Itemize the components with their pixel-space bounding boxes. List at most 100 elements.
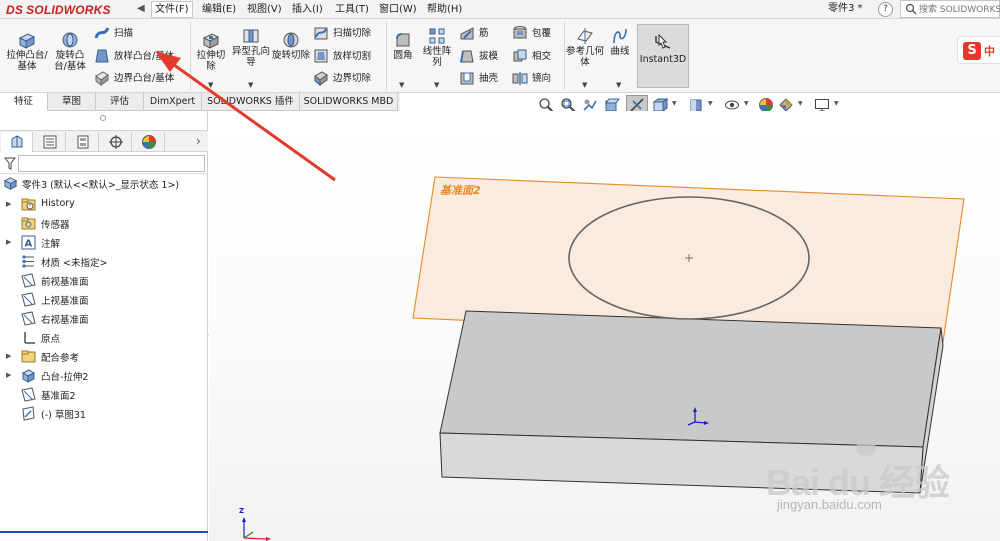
search-box[interactable]	[900, 0, 1000, 18]
menu-pin-arrow-icon[interactable]: ◀	[137, 2, 147, 16]
intersect-button[interactable]: 相交	[512, 47, 551, 65]
propertymanager-tab[interactable]	[34, 132, 66, 152]
tree-item[interactable]: ▶ 配合参考	[0, 347, 208, 366]
swept-cut-icon	[314, 27, 328, 40]
sweep-button[interactable]: 扫描	[94, 24, 133, 42]
display-style-dropdown-icon[interactable]: ▼	[708, 100, 713, 107]
boundary-boss-icon	[95, 71, 109, 86]
dimxpertmanager-tab[interactable]	[100, 132, 132, 152]
hole-wizard-dropdown-icon[interactable]: ▼	[248, 81, 253, 89]
wrap-button[interactable]: 包覆	[512, 24, 551, 42]
displaymanager-tab[interactable]	[133, 132, 165, 152]
tree-item[interactable]: (-) 草图31	[0, 404, 208, 423]
tree-item[interactable]: 上视基准面	[0, 290, 208, 309]
plane-icon	[21, 387, 36, 402]
swept-cut-button[interactable]: 扫描切除	[313, 24, 371, 42]
expand-arrow-icon[interactable]: ▶	[6, 352, 14, 361]
curves-dropdown-icon[interactable]: ▼	[616, 81, 621, 89]
menu-view[interactable]: 视图(V)	[244, 1, 285, 18]
tab-dimxpert[interactable]: DimXpert	[144, 93, 202, 111]
graphics-area[interactable]: 基准面2 Z Bai du 经验 jingyan.baidu.com	[209, 111, 1000, 541]
tree-item[interactable]: ▶ A 注解	[0, 233, 208, 252]
fillet-dropdown-icon[interactable]: ▼	[399, 81, 404, 89]
expand-arrow-icon[interactable]: ▶	[6, 238, 14, 247]
fillet-icon	[396, 33, 410, 47]
tree-item[interactable]: 前视基准面	[0, 271, 208, 290]
rib-icon	[460, 27, 474, 40]
box-top-face[interactable]	[439, 310, 942, 448]
tree-item[interactable]: ▶ History	[0, 195, 208, 214]
extrude-cut-button[interactable]: 拉伸切除	[193, 31, 229, 72]
extrude-boss-label: 拉伸凸台/基体	[6, 50, 48, 72]
menu-tools[interactable]: 工具(T)	[332, 1, 372, 18]
panel-grip-icon[interactable]	[100, 115, 106, 121]
expand-arrow-icon[interactable]: ▶	[6, 371, 14, 380]
instant3d-button[interactable]: Instant3D	[637, 24, 689, 88]
draft-button[interactable]: 拔模	[459, 47, 498, 65]
menu-window[interactable]: 窗口(W)	[376, 1, 420, 18]
boundary-boss-button[interactable]: 边界凸台/基体	[94, 69, 174, 87]
tree-item[interactable]: 传感器	[0, 214, 208, 233]
extrude-boss-button[interactable]: 拉伸凸台/基体	[6, 31, 48, 72]
tree-item[interactable]: 材质 <未指定>	[0, 252, 208, 271]
tree-item-label: 材质 <未指定>	[41, 258, 108, 269]
tab-solidworks-mbd[interactable]: SOLIDWORKS MBD	[300, 93, 398, 111]
lofted-cut-button[interactable]: 放样切割	[313, 47, 371, 65]
tree-item[interactable]: 基准面2	[0, 385, 208, 404]
origin-icon	[21, 330, 36, 345]
tree-item[interactable]: 原点	[0, 328, 208, 347]
tab-features[interactable]: 特征	[0, 93, 48, 111]
tree-item[interactable]: ▶ 凸台-拉伸2	[0, 366, 208, 385]
featuremanager-tree-tab[interactable]	[1, 132, 33, 152]
solidworks-logo[interactable]: DS SOLIDWORKS	[6, 1, 111, 18]
view-settings-dropdown-icon[interactable]: ▼	[834, 100, 839, 107]
part-icon	[3, 177, 18, 190]
tab-solidworks-addins[interactable]: SOLIDWORKS 插件	[202, 93, 300, 111]
shell-button[interactable]: 抽壳	[459, 69, 498, 87]
menu-help[interactable]: 帮助(H)	[424, 1, 465, 18]
expand-arrow-icon[interactable]: ▶	[6, 200, 14, 209]
revolve-cut-button[interactable]: 旋转切除	[272, 31, 310, 61]
curves-button[interactable]: 曲线	[606, 27, 634, 57]
panel-collapse-chevron-icon[interactable]: ›	[196, 134, 201, 148]
boundary-cut-button[interactable]: 边界切除	[313, 69, 371, 87]
hole-wizard-button[interactable]: 异型孔向导	[231, 27, 271, 68]
filter-funnel-icon[interactable]	[4, 157, 16, 170]
help-question-icon[interactable]: ?	[878, 2, 893, 17]
menu-edit[interactable]: 编辑(E)	[199, 1, 239, 18]
document-title: 零件3 *	[828, 3, 863, 14]
featuremanager-tree-icon	[11, 135, 22, 148]
part-root-label: 零件3 (默认<<默认>_显示状态 1>)	[22, 179, 180, 191]
view-orientation-dropdown-icon[interactable]: ▼	[672, 100, 677, 107]
rib-button[interactable]: 筋	[459, 24, 489, 42]
tab-sketch[interactable]: 草图	[48, 93, 96, 111]
revolve-boss-button[interactable]: 旋转凸台/基体	[50, 31, 90, 72]
revolve-boss-icon	[62, 32, 78, 48]
feature-manager-panel: › 零件3 (默认<<默认>_显示状态 1>) ▶ History 传感器 ▶ A 注解材…	[0, 111, 208, 541]
reference-geometry-dropdown-icon[interactable]: ▼	[582, 81, 587, 89]
tree-filter-input[interactable]	[18, 155, 205, 172]
mirror-button[interactable]: 镜向	[512, 69, 551, 87]
extrude-cut-dropdown-icon[interactable]: ▼	[208, 81, 213, 89]
ribbon-separator	[564, 22, 565, 90]
configurationmanager-tab[interactable]	[67, 132, 99, 152]
reference-geometry-button[interactable]: 参考几何体	[566, 27, 604, 68]
rollback-bar[interactable]	[0, 531, 208, 533]
tree-item-label: 注解	[41, 239, 61, 250]
fillet-button[interactable]: 圆角	[388, 31, 418, 61]
input-method-indicator[interactable]: S 中	[957, 36, 1000, 64]
propertymanager-icon	[43, 135, 56, 149]
hide-show-dropdown-icon[interactable]: ▼	[744, 100, 749, 107]
feature-tree: ▶ History 传感器 ▶ A 注解材质 <未指定> 前视基准面 上视基准面 右视基准面 原点…	[0, 195, 208, 423]
curves-label: 曲线	[610, 46, 630, 57]
linear-pattern-button[interactable]: 线性阵列	[419, 27, 455, 68]
menu-file[interactable]: 文件(F)	[151, 1, 193, 18]
linear-pattern-dropdown-icon[interactable]: ▼	[434, 81, 439, 89]
apply-scene-dropdown-icon[interactable]: ▼	[798, 100, 803, 107]
tree-item[interactable]: 右视基准面	[0, 309, 208, 328]
loft-boss-button[interactable]: 放样凸台/基体	[94, 47, 174, 65]
tab-evaluate[interactable]: 评估	[96, 93, 144, 111]
search-input[interactable]	[919, 2, 1000, 17]
part-root-node[interactable]: 零件3 (默认<<默认>_显示状态 1>)	[0, 174, 208, 193]
menu-insert[interactable]: 插入(I)	[289, 1, 326, 18]
